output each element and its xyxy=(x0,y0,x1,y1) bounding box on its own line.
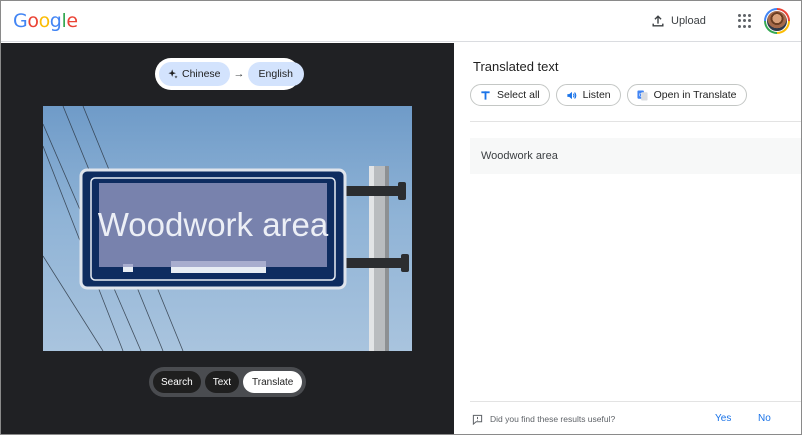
target-language-button[interactable]: English xyxy=(247,62,304,86)
upload-label: Upload xyxy=(671,15,706,27)
feedback-yes-button[interactable]: Yes xyxy=(715,413,731,424)
select-all-label: Select all xyxy=(497,89,540,101)
feedback-no-button[interactable]: No xyxy=(758,413,771,424)
user-avatar[interactable] xyxy=(764,8,790,34)
target-language-label: English xyxy=(258,68,293,80)
svg-text:G: G xyxy=(638,92,642,98)
listen-label: Listen xyxy=(582,89,611,101)
feedback-bar: Did you find these results useful? Yes N… xyxy=(470,401,801,434)
source-language-button[interactable]: Chinese xyxy=(159,62,230,86)
google-logo[interactable]: Google xyxy=(13,10,78,32)
mode-text-button[interactable]: Text xyxy=(204,371,240,393)
open-in-translate-button[interactable]: G Open in Translate xyxy=(626,84,747,106)
listen-button[interactable]: Listen xyxy=(555,84,621,106)
mode-translate-button[interactable]: Translate xyxy=(243,371,303,393)
logo-letter: o xyxy=(38,10,51,32)
arrow-right-icon: → xyxy=(233,68,245,80)
language-selector: Chinese → English xyxy=(155,58,304,90)
upload-button[interactable]: Upload xyxy=(651,10,706,32)
feedback-icon xyxy=(472,414,483,425)
open-in-translate-label: Open in Translate xyxy=(653,89,737,101)
panel-title: Translated text xyxy=(473,59,559,74)
speaker-icon xyxy=(566,91,576,99)
image-panel: Chinese → English Woodwork area Search T… xyxy=(1,43,454,434)
google-lens-window: Google Upload Chinese → English Woodwork… xyxy=(0,0,802,435)
text-t-icon xyxy=(481,90,490,100)
divider xyxy=(470,121,801,122)
feedback-question: Did you find these results useful? xyxy=(490,414,616,424)
mode-search-button[interactable]: Search xyxy=(153,371,201,393)
upload-icon xyxy=(652,15,664,27)
source-language-label: Chinese xyxy=(182,68,221,80)
logo-letter: o xyxy=(27,10,39,32)
logo-letter: e xyxy=(66,10,78,32)
apps-grid-icon[interactable] xyxy=(738,14,752,28)
google-translate-icon: G xyxy=(637,89,648,101)
logo-letter: G xyxy=(13,10,28,32)
action-chips: Select all Listen G Open in Translate xyxy=(470,84,747,106)
translated-text-result[interactable]: Woodwork area xyxy=(470,138,801,174)
logo-letter: g xyxy=(49,10,62,32)
mode-switcher: Search Text Translate xyxy=(149,367,306,397)
uploaded-image[interactable]: Woodwork area xyxy=(43,106,412,351)
results-panel: Translated text Select all Listen G Open… xyxy=(454,43,801,434)
top-bar: Google Upload xyxy=(1,1,801,42)
select-all-button[interactable]: Select all xyxy=(470,84,550,106)
avatar-photo xyxy=(766,10,788,32)
translated-overlay[interactable]: Woodwork area xyxy=(98,183,328,267)
sparkle-icon xyxy=(168,69,178,79)
